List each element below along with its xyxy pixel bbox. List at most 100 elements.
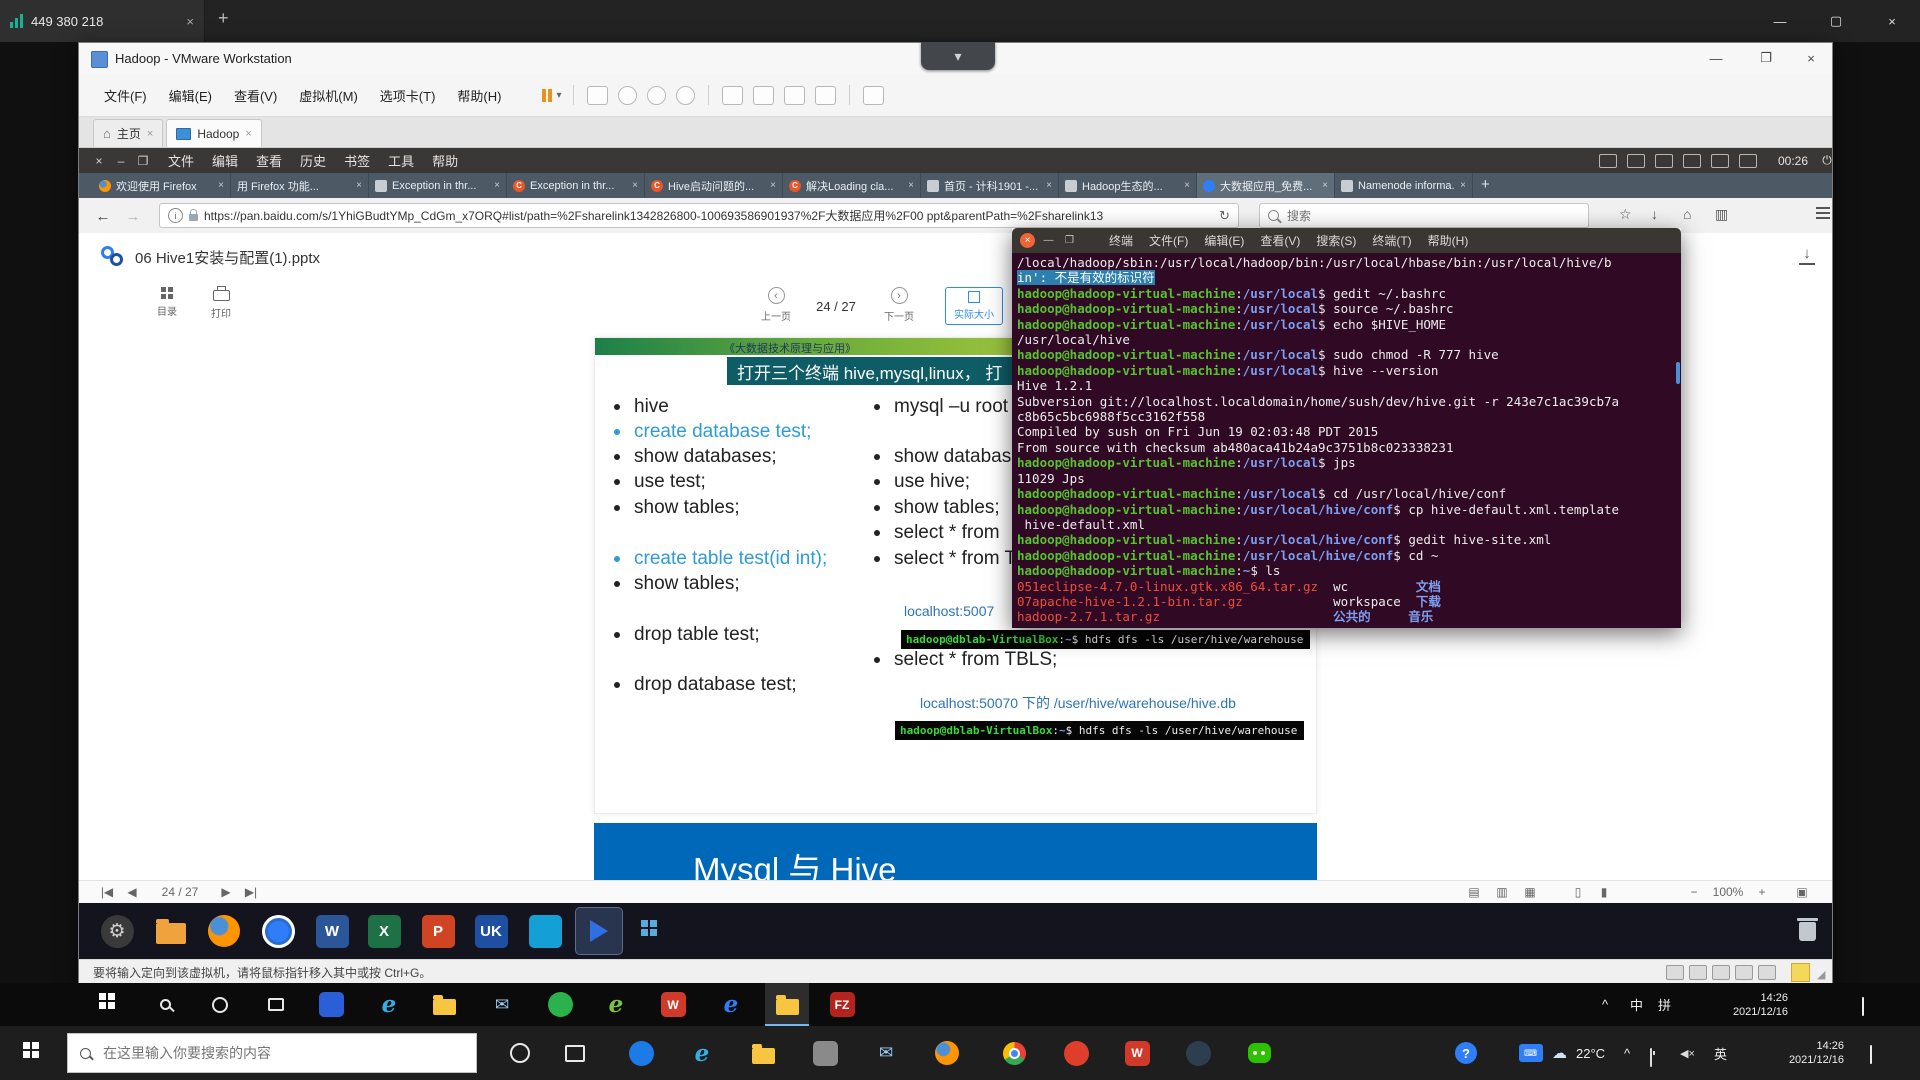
firefox-tab[interactable]: 欢迎使用 Firefox× (93, 173, 231, 198)
terminal-menu-item[interactable]: 终端(T) (1364, 232, 1419, 249)
taskbar-search-box[interactable] (67, 1033, 477, 1073)
tab-close-icon[interactable]: × (770, 180, 776, 191)
tab-close-icon[interactable]: × (1046, 180, 1052, 191)
vm-clock[interactable]: 00:26 (1773, 148, 1813, 173)
fit-width-icon[interactable]: ▯ (1571, 881, 1585, 903)
new-session-button[interactable]: + (218, 8, 229, 29)
tab-close-icon[interactable]: × (1460, 180, 1466, 191)
back-icon[interactable]: ← (91, 204, 115, 228)
zoom-out-icon[interactable]: − (1687, 881, 1701, 903)
start-button[interactable] (10, 1026, 58, 1080)
terminal-scrollbar[interactable] (1676, 362, 1680, 384)
mail-button[interactable]: ✉ (480, 983, 524, 1026)
vm-display[interactable]: × – ❐ 文件编辑查看历史书签工具帮助 00:26 ⏻ 欢迎使用 Firefo… (79, 148, 1832, 959)
ubuntu-minimize-icon[interactable]: – (111, 148, 131, 173)
sound-device-icon[interactable] (1758, 965, 1776, 980)
temperature[interactable]: 22°C (1576, 1026, 1605, 1080)
global-menu-item[interactable]: 文件 (159, 151, 203, 170)
display-indicator-icon[interactable] (1599, 154, 1617, 168)
app-blue-button[interactable] (309, 983, 353, 1026)
prev-page-icon[interactable]: ◀ (125, 881, 139, 903)
tab-close-icon[interactable]: × (908, 180, 914, 191)
zoom-in-icon[interactable]: + (1755, 881, 1769, 903)
printer-indicator-icon[interactable] (1627, 154, 1645, 168)
settings-launcher-button[interactable]: ⚙ (94, 908, 140, 954)
terminal-menu-item[interactable]: 搜索(S) (1308, 232, 1364, 249)
minimize-icon[interactable]: — (1752, 0, 1808, 42)
vmware-menu-item[interactable]: 帮助(H) (446, 86, 512, 105)
harddisk-device-icon[interactable] (1666, 965, 1684, 980)
excel-button[interactable]: X (361, 908, 407, 954)
bolt-app-button[interactable] (619, 1026, 663, 1080)
volume-indicator-icon[interactable] (1739, 154, 1757, 168)
network-indicator-icon[interactable] (1683, 154, 1701, 168)
help-tool-button[interactable]: ? (1444, 1026, 1488, 1080)
tray-caret[interactable]: ^ (1624, 1026, 1630, 1080)
last-page-icon[interactable]: ▶| (241, 881, 261, 903)
tab-close-icon[interactable]: × (494, 180, 500, 191)
video-app-button[interactable] (522, 908, 568, 954)
language-indicator[interactable]: 英 (1714, 1026, 1727, 1080)
terminal-window[interactable]: × — ❐ 终端文件(F)编辑(E)查看(V)搜索(S)终端(T)帮助(H) /… (1012, 228, 1681, 628)
screenshot-tool-button[interactable] (629, 908, 675, 954)
address-bar[interactable]: i ↻ (159, 203, 1239, 228)
remote-session-tab[interactable]: 449 380 218 × (0, 0, 205, 42)
vmware-menu-item[interactable]: 文件(F) (93, 86, 158, 105)
close-session-icon[interactable]: × (186, 14, 194, 29)
store-button[interactable] (803, 1026, 847, 1080)
prev-page-button[interactable]: ‹ 上一页 (754, 287, 798, 323)
global-menu-item[interactable]: 书签 (335, 151, 379, 170)
tab-close-icon[interactable]: × (218, 180, 224, 191)
show-thumbnails-icon[interactable] (753, 86, 774, 105)
network-device-icon[interactable] (1712, 965, 1730, 980)
firefox-tab[interactable]: CHive启动问题的...× (645, 173, 783, 198)
explorer-active-button[interactable] (765, 983, 809, 1026)
remote-clock[interactable]: 14:26 2021/12/16 (1700, 983, 1788, 1026)
tray-caret[interactable]: ^ (1602, 983, 1608, 1026)
download-icon[interactable]: ↓ (1797, 245, 1817, 265)
software-center-button[interactable]: UK (468, 908, 514, 954)
cortana-button[interactable] (198, 983, 242, 1026)
first-page-icon[interactable]: |◀ (97, 881, 117, 903)
battery-icon[interactable] (1650, 1049, 1652, 1067)
toc-button[interactable]: 目录 (145, 287, 189, 318)
terminal-menu-item[interactable]: 终端 (1101, 232, 1141, 249)
unity-mode-icon[interactable] (863, 86, 884, 105)
ime-mode-indicator[interactable]: 拼 (1658, 983, 1671, 1026)
vmware-menu-item[interactable]: 虚拟机(M) (288, 86, 369, 105)
new-tab-button[interactable]: + (1481, 176, 1490, 193)
qq-button[interactable] (1176, 1026, 1220, 1080)
vmware-close-icon[interactable]: × (1789, 43, 1833, 73)
tab-close-icon[interactable]: × (356, 180, 362, 191)
file-manager-button[interactable] (148, 908, 194, 954)
keyboard-indicator-icon[interactable] (1655, 154, 1673, 168)
send-ctrl-alt-del-icon[interactable] (587, 86, 608, 105)
firefox-tab[interactable]: C解决Loading cla...× (783, 173, 921, 198)
terminal-maximize-icon[interactable]: ❐ (1062, 233, 1077, 248)
global-menu-item[interactable]: 编辑 (203, 151, 247, 170)
mail-button[interactable]: ✉ (864, 1026, 908, 1080)
vmware-menu-item[interactable]: 编辑(E) (158, 86, 223, 105)
filezilla-button[interactable]: FZ (820, 983, 864, 1026)
usb-device-icon[interactable] (1735, 965, 1753, 980)
vmware-menu-item[interactable]: 查看(V) (223, 86, 288, 105)
ime-lang-indicator[interactable]: 中 (1630, 983, 1643, 1026)
terminal-minimize-icon[interactable]: — (1041, 233, 1056, 248)
file-explorer-button[interactable] (741, 1026, 785, 1080)
wps-button[interactable]: W (1115, 1026, 1159, 1080)
start-button[interactable] (88, 983, 132, 1026)
firefox-tab[interactable]: 大数据应用_免费...× (1197, 173, 1335, 198)
notification-center-icon[interactable] (1862, 998, 1864, 1016)
firefox-tab[interactable]: 用 Firefox 功能...× (231, 173, 369, 198)
fullscreen-icon[interactable]: ▣ (1793, 881, 1811, 903)
terminal-output[interactable]: /local/hadoop/sbin:/usr/local/hadoop/bin… (1012, 253, 1681, 628)
wps-button[interactable]: W (651, 983, 695, 1026)
maximize-icon[interactable]: ▢ (1808, 0, 1864, 42)
remote-viewer-button[interactable] (576, 908, 622, 954)
green-app-button[interactable] (538, 983, 582, 1026)
task-view-button[interactable] (553, 1026, 597, 1080)
reload-icon[interactable]: ↻ (1219, 208, 1230, 224)
edge-blue-button[interactable]: e (709, 983, 753, 1026)
vmware-tab-home[interactable]: ⌂ 主页 × (93, 119, 163, 147)
global-menu-item[interactable]: 历史 (291, 151, 335, 170)
